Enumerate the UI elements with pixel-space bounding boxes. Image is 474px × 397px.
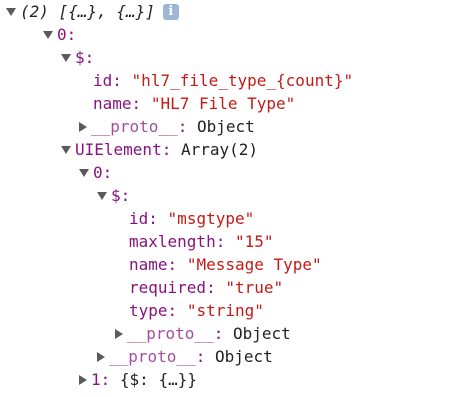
item-key: $: (75, 48, 95, 67)
triangle-right-icon[interactable] (79, 374, 87, 385)
triangle-down-icon[interactable] (61, 145, 71, 154)
property-value: "Message Type" (186, 255, 322, 274)
tree-item-proto[interactable]: __proto__: Object (97, 345, 273, 368)
proto-colon: : (213, 324, 224, 343)
property-key: required: (129, 278, 216, 297)
tree-root[interactable]: (2) [{…}, {…}] i (6, 0, 179, 23)
property-value: "hl7_file_type_{count}" (131, 71, 354, 90)
triangle-down-icon[interactable] (97, 191, 107, 200)
property-name: name: "Message Type" (129, 253, 322, 276)
triangle-right-icon[interactable] (115, 328, 123, 339)
property-key: type: (129, 301, 178, 320)
root-summary: (2) [{…}, {…}] (20, 2, 155, 21)
property-key: maxlength: (129, 232, 226, 251)
console-object-tree: (2) [{…}, {…}] i 0: $: id: "hl7_file_typ… (0, 0, 474, 397)
property-key: name: (93, 94, 142, 113)
tree-item-ui-1[interactable]: 1: {$: {…}} (79, 368, 197, 391)
item-key: UIElement: (75, 140, 172, 159)
property-maxlength: maxlength: "15" (129, 230, 274, 253)
property-key: id: (93, 71, 122, 90)
property-value: "msgtype" (167, 209, 255, 228)
tree-item-proto[interactable]: __proto__: Object (79, 115, 255, 138)
property-value: "15" (234, 232, 274, 251)
item-key: $: (111, 186, 131, 205)
proto-colon: : (195, 347, 206, 366)
tree-item-ui-0[interactable]: 0: (79, 161, 112, 184)
property-required: required: "true" (129, 276, 283, 299)
tree-item-ui-0-dollar[interactable]: $: (97, 184, 130, 207)
triangle-down-icon[interactable] (79, 168, 89, 177)
item-value: {$: {…}} (119, 370, 197, 389)
triangle-down-icon[interactable] (6, 7, 16, 16)
property-key: name: (129, 255, 178, 274)
item-value: Array(2) (180, 140, 259, 159)
property-name: name: "HL7 File Type" (93, 92, 295, 115)
triangle-right-icon[interactable] (79, 121, 87, 132)
item-key: 0: (93, 163, 113, 182)
proto-key: __proto__ (109, 347, 196, 366)
property-id: id: "msgtype" (129, 207, 254, 230)
proto-value: Object (232, 324, 291, 343)
proto-value: Object (214, 347, 273, 366)
property-key: id: (129, 209, 158, 228)
property-value: "HL7 File Type" (150, 94, 296, 113)
tree-item-proto[interactable]: __proto__: Object (115, 322, 291, 345)
tree-item-0-dollar[interactable]: $: (61, 46, 94, 69)
item-key: 1: (91, 370, 111, 389)
proto-colon: : (177, 117, 188, 136)
info-icon[interactable]: i (162, 3, 179, 20)
property-value: "true" (225, 278, 284, 297)
triangle-right-icon[interactable] (97, 351, 105, 362)
property-value: "string" (186, 301, 264, 320)
property-id: id: "hl7_file_type_{count}" (93, 69, 353, 92)
tree-item-uielement[interactable]: UIElement: Array(2) (61, 138, 258, 161)
triangle-down-icon[interactable] (43, 30, 53, 39)
triangle-down-icon[interactable] (61, 53, 71, 62)
proto-key: __proto__ (91, 117, 178, 136)
tree-item-0[interactable]: 0: (43, 23, 76, 46)
item-key: 0: (57, 25, 77, 44)
proto-value: Object (196, 117, 255, 136)
proto-key: __proto__ (127, 324, 214, 343)
property-type: type: "string" (129, 299, 264, 322)
